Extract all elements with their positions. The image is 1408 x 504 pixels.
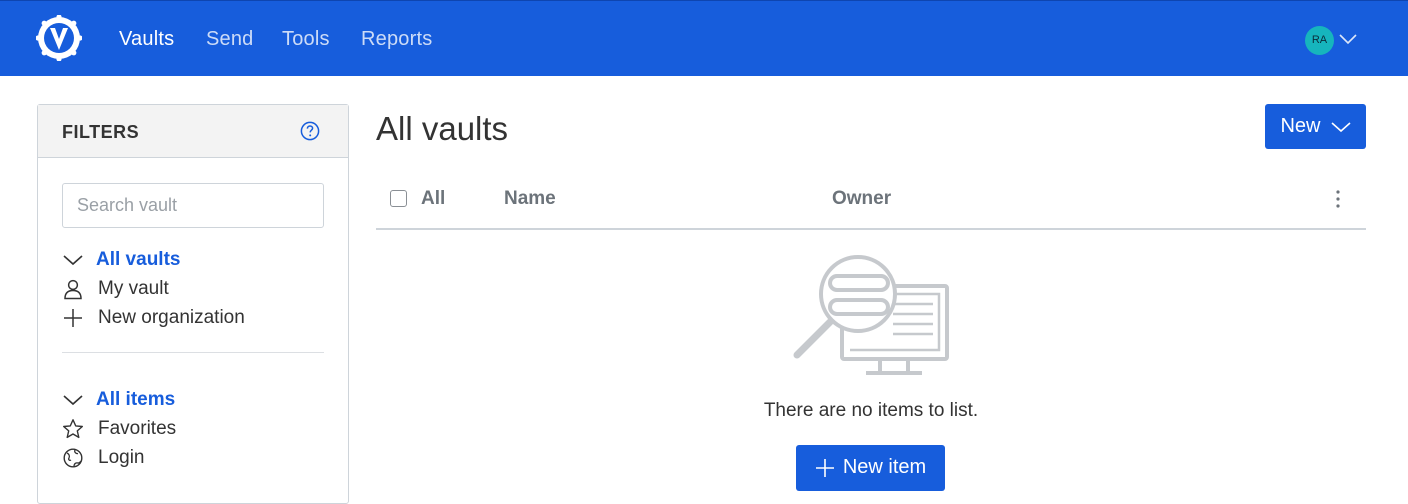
column-name: Name [504,188,556,209]
column-owner: Owner [832,188,892,209]
chevron-down-icon [63,395,83,406]
plus-icon [64,309,82,327]
filter-favorites[interactable]: Favorites [62,416,176,442]
all-vaults-toggle[interactable]: All vaults [62,247,180,273]
all-items-label: All items [96,389,176,410]
filter-label: Favorites [98,418,177,439]
nav-tools[interactable]: Tools [282,27,330,51]
all-vaults-label: All vaults [96,249,181,270]
filters-panel: FILTERS All vaults My vault New organiza… [37,104,349,504]
avatar[interactable]: RA [1305,26,1334,55]
star-icon [63,419,83,439]
page-title: All vaults [376,110,509,147]
column-all[interactable]: All [421,188,445,210]
user-icon [64,279,82,300]
bitwarden-logo-icon[interactable] [36,15,82,61]
filter-new-organization[interactable]: New organization [62,305,245,331]
more-options-icon[interactable] [1332,188,1344,210]
filter-my-vault[interactable]: My vault [62,276,169,302]
filter-label: Login [98,447,145,468]
filters-header: FILTERS [38,105,348,158]
nav-reports[interactable]: Reports [361,27,432,51]
table-header: All Name Owner [376,170,1366,230]
new-item-button[interactable]: New item [796,445,945,491]
chevron-down-icon [1330,121,1351,132]
all-items-toggle[interactable]: All items [62,387,175,413]
help-icon[interactable] [300,121,320,141]
chevron-down-icon [63,255,83,266]
filter-label: New organization [98,307,245,328]
nav-send[interactable]: Send [206,27,254,51]
select-all-checkbox[interactable] [390,190,407,207]
no-items-illustration-icon [793,255,949,375]
globe-icon [63,448,83,468]
filters-title: FILTERS [62,122,140,142]
search-input[interactable] [62,183,324,228]
empty-state-text: There are no items to list. [763,400,979,421]
filters-divider [62,352,324,353]
new-button[interactable]: New [1265,104,1366,149]
new-button-label: New [1280,115,1321,137]
filter-login[interactable]: Login [62,445,145,471]
top-navbar: Vaults Send Tools Reports RA [0,0,1408,76]
plus-icon [815,459,834,477]
chevron-down-icon[interactable] [1339,33,1357,45]
new-item-label: New item [842,456,927,478]
filter-label: My vault [98,278,169,299]
nav-vaults[interactable]: Vaults [119,27,174,51]
